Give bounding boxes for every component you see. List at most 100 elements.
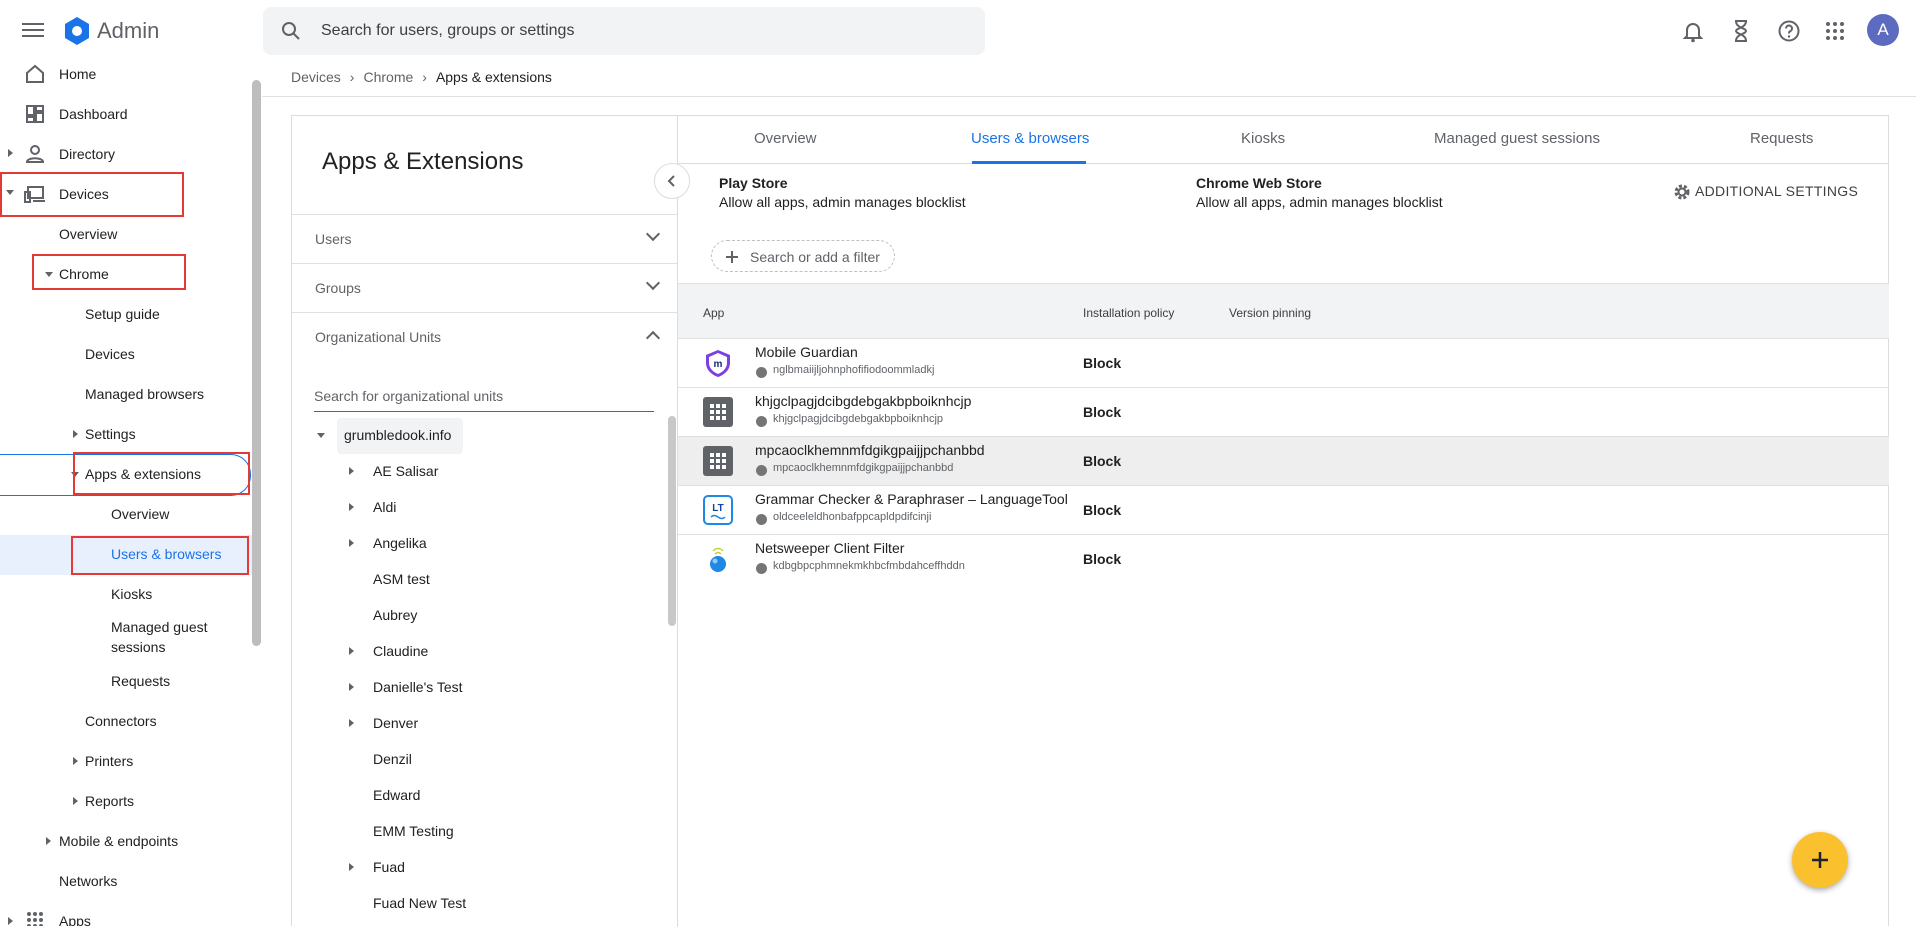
sidebar-item-setup-guide[interactable]: Setup guide: [85, 306, 160, 322]
expand-arrow-icon[interactable]: [8, 917, 13, 925]
sidebar-item-networks[interactable]: Networks: [59, 873, 117, 889]
sidebar-item-apps[interactable]: Apps: [59, 913, 91, 926]
app-name[interactable]: Netsweeper Client Filter: [755, 540, 904, 556]
sidebar-scrollbar[interactable]: [252, 80, 261, 646]
ou-item[interactable]: AE Salisar: [373, 463, 438, 479]
ou-scrollbar[interactable]: [668, 416, 676, 626]
ou-item[interactable]: Fuad: [373, 859, 405, 875]
expand-arrow-icon[interactable]: [349, 467, 354, 475]
search-bar[interactable]: Search for users, groups or settings: [263, 7, 985, 55]
col-version-pinning[interactable]: Version pinning: [1229, 306, 1311, 320]
tab-users-browsers[interactable]: Users & browsers: [971, 130, 1089, 147]
additional-settings-button[interactable]: ADDITIONAL SETTINGS: [1695, 183, 1858, 199]
table-row[interactable]: m Mobile Guardian nglbmaiijljohnphofifio…: [678, 339, 1889, 388]
installation-policy[interactable]: Block: [1083, 453, 1121, 469]
sidebar-item-managed-browsers[interactable]: Managed browsers: [85, 386, 204, 402]
app-title[interactable]: Admin: [97, 18, 159, 44]
ou-item[interactable]: Angelika: [373, 535, 427, 551]
ou-item[interactable]: Aubrey: [373, 607, 417, 623]
expand-arrow-icon[interactable]: [8, 149, 13, 157]
sidebar-item-requests[interactable]: Requests: [111, 673, 170, 689]
ou-item[interactable]: Fuad New Test: [373, 895, 466, 911]
tab-managed-guest-sessions[interactable]: Managed guest sessions: [1434, 130, 1600, 147]
sidebar-item-directory[interactable]: Directory: [59, 146, 115, 162]
table-row[interactable]: Netsweeper Client Filter kdbgbpcphmnekmk…: [678, 535, 1889, 584]
chevron-up-icon[interactable]: [645, 330, 661, 346]
sidebar-item-printers[interactable]: Printers: [85, 753, 133, 769]
main-menu-icon[interactable]: [20, 19, 46, 43]
sidebar-item-dashboard[interactable]: Dashboard: [59, 106, 128, 122]
expand-arrow-icon[interactable]: [349, 647, 354, 655]
sidebar-item-home[interactable]: Home: [59, 66, 96, 82]
apps-grid-icon[interactable]: [1821, 17, 1849, 45]
table-row[interactable]: khjgclpagjdcibgdebgakbpboiknhcjp khjgclp…: [678, 388, 1889, 437]
ou-search-input[interactable]: Search for organizational units: [314, 384, 654, 412]
cws-policy[interactable]: Allow all apps, admin manages blocklist: [1196, 194, 1443, 210]
sidebar-item-kiosks[interactable]: Kiosks: [111, 586, 152, 602]
expand-arrow-icon[interactable]: [349, 683, 354, 691]
tab-overview[interactable]: Overview: [754, 130, 817, 147]
ou-item[interactable]: Denzil: [373, 751, 412, 767]
col-installation-policy[interactable]: Installation policy: [1083, 306, 1174, 320]
chevron-down-icon[interactable]: [645, 226, 661, 242]
col-app[interactable]: App: [703, 306, 724, 320]
sidebar-item-ae-overview[interactable]: Overview: [111, 506, 169, 522]
filter-chip[interactable]: Search or add a filter: [711, 240, 895, 272]
breadcrumb-devices[interactable]: Devices: [291, 69, 341, 85]
sidebar-item-managed-guest-line2[interactable]: sessions: [111, 639, 165, 655]
installation-policy[interactable]: Block: [1083, 355, 1121, 371]
ou-item[interactable]: Danielle's Test: [373, 679, 463, 695]
expand-arrow-icon[interactable]: [73, 757, 78, 765]
app-name[interactable]: khjgclpagjdcibgdebgakbpboiknhcjp: [755, 393, 971, 409]
add-app-button[interactable]: [1792, 832, 1848, 888]
groups-section[interactable]: Groups: [315, 280, 361, 296]
sidebar-item-connectors[interactable]: Connectors: [85, 713, 157, 729]
admin-logo-icon: [65, 17, 89, 45]
ou-item[interactable]: Denver: [373, 715, 418, 731]
app-name[interactable]: Mobile Guardian: [755, 344, 858, 360]
tab-kiosks[interactable]: Kiosks: [1241, 130, 1285, 147]
sidebar-item-chrome-devices[interactable]: Devices: [85, 346, 135, 362]
tab-requests[interactable]: Requests: [1750, 130, 1813, 147]
search-input[interactable]: Search for users, groups or settings: [321, 22, 574, 40]
filter-label[interactable]: Search or add a filter: [750, 249, 880, 265]
installation-policy[interactable]: Block: [1083, 551, 1121, 567]
sidebar-item-settings[interactable]: Settings: [85, 426, 136, 442]
help-icon[interactable]: [1775, 17, 1803, 45]
installation-policy[interactable]: Block: [1083, 404, 1121, 420]
expand-arrow-icon[interactable]: [73, 797, 78, 805]
ou-item[interactable]: Edward: [373, 787, 420, 803]
ou-item[interactable]: EMM Testing: [373, 823, 454, 839]
account-avatar[interactable]: A: [1867, 14, 1899, 46]
expand-arrow-icon[interactable]: [46, 837, 51, 845]
sidebar-item-mobile-endpoints[interactable]: Mobile & endpoints: [59, 833, 178, 849]
table-row[interactable]: LT Grammar Checker & Paraphraser – Langu…: [678, 486, 1889, 535]
expand-arrow-icon[interactable]: [349, 863, 354, 871]
users-section[interactable]: Users: [315, 231, 352, 247]
sidebar-item-managed-guest-line1[interactable]: Managed guest: [111, 619, 208, 635]
hourglass-icon[interactable]: [1727, 17, 1755, 45]
app-name[interactable]: mpcaoclkhemnmfdgikgpaijjpchanbbd: [755, 442, 985, 458]
languagetool-icon: LT: [703, 495, 733, 525]
ou-root-label[interactable]: grumbledook.info: [344, 427, 451, 443]
ou-item[interactable]: ASM test: [373, 571, 430, 587]
table-row[interactable]: mpcaoclkhemnmfdgikgpaijjpchanbbd mpcaocl…: [678, 437, 1889, 486]
expand-arrow-icon[interactable]: [349, 503, 354, 511]
breadcrumb-chrome[interactable]: Chrome: [363, 69, 413, 85]
collapse-arrow-icon[interactable]: [317, 433, 325, 438]
expand-arrow-icon[interactable]: [349, 539, 354, 547]
chevron-down-icon[interactable]: [645, 275, 661, 291]
notifications-icon[interactable]: [1679, 17, 1707, 45]
breadcrumb: Devices › Chrome › Apps & extensions: [291, 69, 552, 85]
sidebar-item-devices-overview[interactable]: Overview: [59, 226, 117, 242]
installation-policy[interactable]: Block: [1083, 502, 1121, 518]
ou-item[interactable]: Claudine: [373, 643, 428, 659]
gear-icon[interactable]: [1672, 182, 1692, 202]
sidebar-item-reports[interactable]: Reports: [85, 793, 134, 809]
org-units-section[interactable]: Organizational Units: [315, 329, 441, 345]
play-store-policy[interactable]: Allow all apps, admin manages blocklist: [719, 194, 966, 210]
ou-item[interactable]: Aldi: [373, 499, 396, 515]
expand-arrow-icon[interactable]: [349, 719, 354, 727]
app-name[interactable]: Grammar Checker & Paraphraser – Language…: [755, 491, 1068, 507]
expand-arrow-icon[interactable]: [73, 430, 78, 438]
